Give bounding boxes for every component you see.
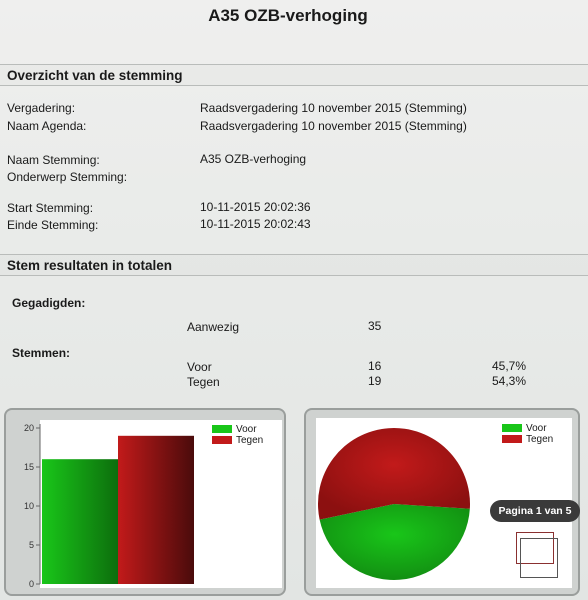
voor-swatch	[502, 424, 522, 433]
naam-agenda-value: Raadsvergadering 10 november 2015 (Stemm…	[200, 119, 467, 133]
tegen-percentage: 54,3%	[492, 374, 527, 388]
pie-chart-panel: Voor Tegen Pagina 1 van 5	[304, 408, 580, 596]
pie-legend-voor-label: Voor	[526, 423, 547, 434]
start-stemming-label: Start Stemming:	[7, 201, 94, 215]
overview-section-header: Overzicht van de stemming	[0, 64, 588, 86]
aanwezig-count: 35	[368, 319, 382, 333]
naam-agenda-label: Naam Agenda:	[7, 119, 87, 133]
bar-tegen	[118, 435, 194, 584]
tegen-label: Tegen	[187, 375, 220, 389]
y-tick-label: 20	[24, 423, 34, 433]
y-tick-label: 0	[29, 579, 34, 589]
tegen-swatch	[502, 435, 522, 444]
naam-stemming-label: Naam Stemming:	[7, 153, 100, 167]
voor-label: Voor	[187, 360, 212, 374]
vergadering-value: Raadsvergadering 10 november 2015 (Stemm…	[200, 101, 467, 115]
document-page: A35 OZB-verhoging Overzicht van de stemm…	[0, 0, 588, 600]
vergadering-label: Vergadering:	[7, 101, 76, 115]
bar-legend-voor-label: Voor	[236, 424, 257, 435]
y-tick-label: 15	[24, 462, 34, 472]
gegadigden-label: Gegadigden:	[12, 296, 86, 310]
y-tick-label: 5	[29, 540, 34, 550]
aanwezig-label: Aanwezig	[187, 320, 240, 334]
pie-slice-voor	[319, 504, 470, 580]
y-tick-label: 10	[24, 501, 34, 511]
tegen-count: 19	[368, 374, 382, 388]
bar-legend-voor: Voor	[212, 424, 257, 435]
start-stemming-value: 10-11-2015 20:02:36	[200, 200, 311, 214]
onderwerp-stemming-label: Onderwerp Stemming:	[7, 170, 128, 184]
voor-swatch	[212, 425, 232, 434]
stemmen-label: Stemmen:	[12, 346, 71, 360]
pie-legend-tegen: Tegen	[502, 434, 553, 445]
page-title: A35 OZB-verhoging	[208, 6, 368, 25]
voor-count: 16	[368, 359, 382, 373]
einde-stemming-value: 10-11-2015 20:02:43	[200, 217, 311, 231]
einde-stemming-label: Einde Stemming:	[7, 218, 99, 232]
page-thumbnail-back[interactable]	[520, 538, 558, 578]
bar-legend-tegen: Tegen	[212, 435, 263, 446]
pie-legend-tegen-label: Tegen	[526, 434, 554, 445]
naam-stemming-value: A35 OZB-verhoging	[200, 152, 307, 166]
pager-tooltip[interactable]: Pagina 1 van 5	[490, 500, 580, 522]
voor-percentage: 45,7%	[492, 359, 527, 373]
bar-voor	[42, 459, 118, 584]
bar-legend-tegen-label: Tegen	[236, 435, 264, 446]
bar-chart-panel: 0 5 10 15 20 Voor Tegen	[4, 408, 286, 596]
pie-legend-voor: Voor	[502, 423, 547, 434]
tegen-swatch	[212, 436, 232, 445]
results-section-header: Stem resultaten in totalen	[0, 254, 588, 276]
